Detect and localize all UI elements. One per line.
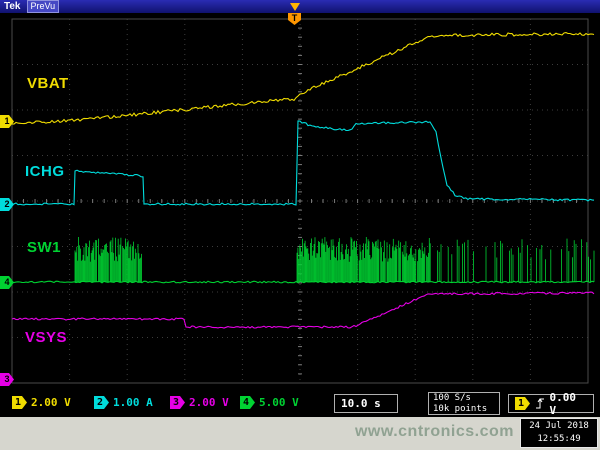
- oscilloscope-screen: Tek PreVu T VBAT ICHG SW1 VSYS 1 2 4 3 1…: [0, 0, 600, 417]
- channel-label-vsys: VSYS: [25, 329, 67, 346]
- trigger-readout: 1 0.00 V: [508, 394, 594, 413]
- acquisition-readout: 100 S/s 10k points: [428, 392, 500, 415]
- channel-label-ichg: ICHG: [25, 163, 65, 180]
- channel-4-scale: 5.00 V: [259, 396, 299, 409]
- trigger-source-badge: 1: [515, 397, 530, 410]
- channel-1-badge: 1: [12, 396, 27, 409]
- brand-logo: Tek: [4, 0, 21, 13]
- channel-3-readout: 3 2.00 V: [170, 396, 229, 409]
- trigger-level: 0.00 V: [549, 391, 587, 417]
- channel-label-vbat: VBAT: [27, 75, 69, 92]
- channel-4-readout: 4 5.00 V: [240, 396, 299, 409]
- waveform-display: [0, 13, 600, 391]
- channel-label-sw1: SW1: [27, 239, 61, 256]
- channel-3-scale: 2.00 V: [189, 396, 229, 409]
- trigger-position-marker-icon: [290, 3, 300, 11]
- channel-1-readout: 1 2.00 V: [12, 396, 71, 409]
- graticule-area: T VBAT ICHG SW1 VSYS 1 2 4 3: [0, 13, 600, 391]
- channel-3-badge: 3: [170, 396, 185, 409]
- bottom-strip: www.cntronics.com 24 Jul 2018 12:55:49: [0, 417, 600, 450]
- channel-4-badge: 4: [240, 396, 255, 409]
- status-bar: Tek PreVu: [0, 0, 600, 13]
- sample-rate: 100 S/s: [433, 393, 495, 404]
- channel-2-readout: 2 1.00 A: [94, 396, 153, 409]
- channel-2-badge: 2: [94, 396, 109, 409]
- date-value: 24 Jul 2018: [521, 420, 597, 433]
- acquisition-mode-badge: PreVu: [27, 0, 60, 13]
- datetime-stamp: 24 Jul 2018 12:55:49: [520, 418, 598, 448]
- channel-2-scale: 1.00 A: [113, 396, 153, 409]
- rising-edge-icon: [535, 397, 544, 410]
- channel-1-scale: 2.00 V: [31, 396, 71, 409]
- time-value: 12:55:49: [521, 433, 597, 446]
- record-length: 10k points: [433, 404, 495, 415]
- measurement-readout-bar: 1 2.00 V 2 1.00 A 3 2.00 V 4 5.00 V 10.0…: [0, 391, 600, 417]
- timebase-readout: 10.0 s: [334, 394, 398, 413]
- timebase-value: 10.0 s: [341, 397, 381, 410]
- watermark-text: www.cntronics.com: [355, 423, 514, 441]
